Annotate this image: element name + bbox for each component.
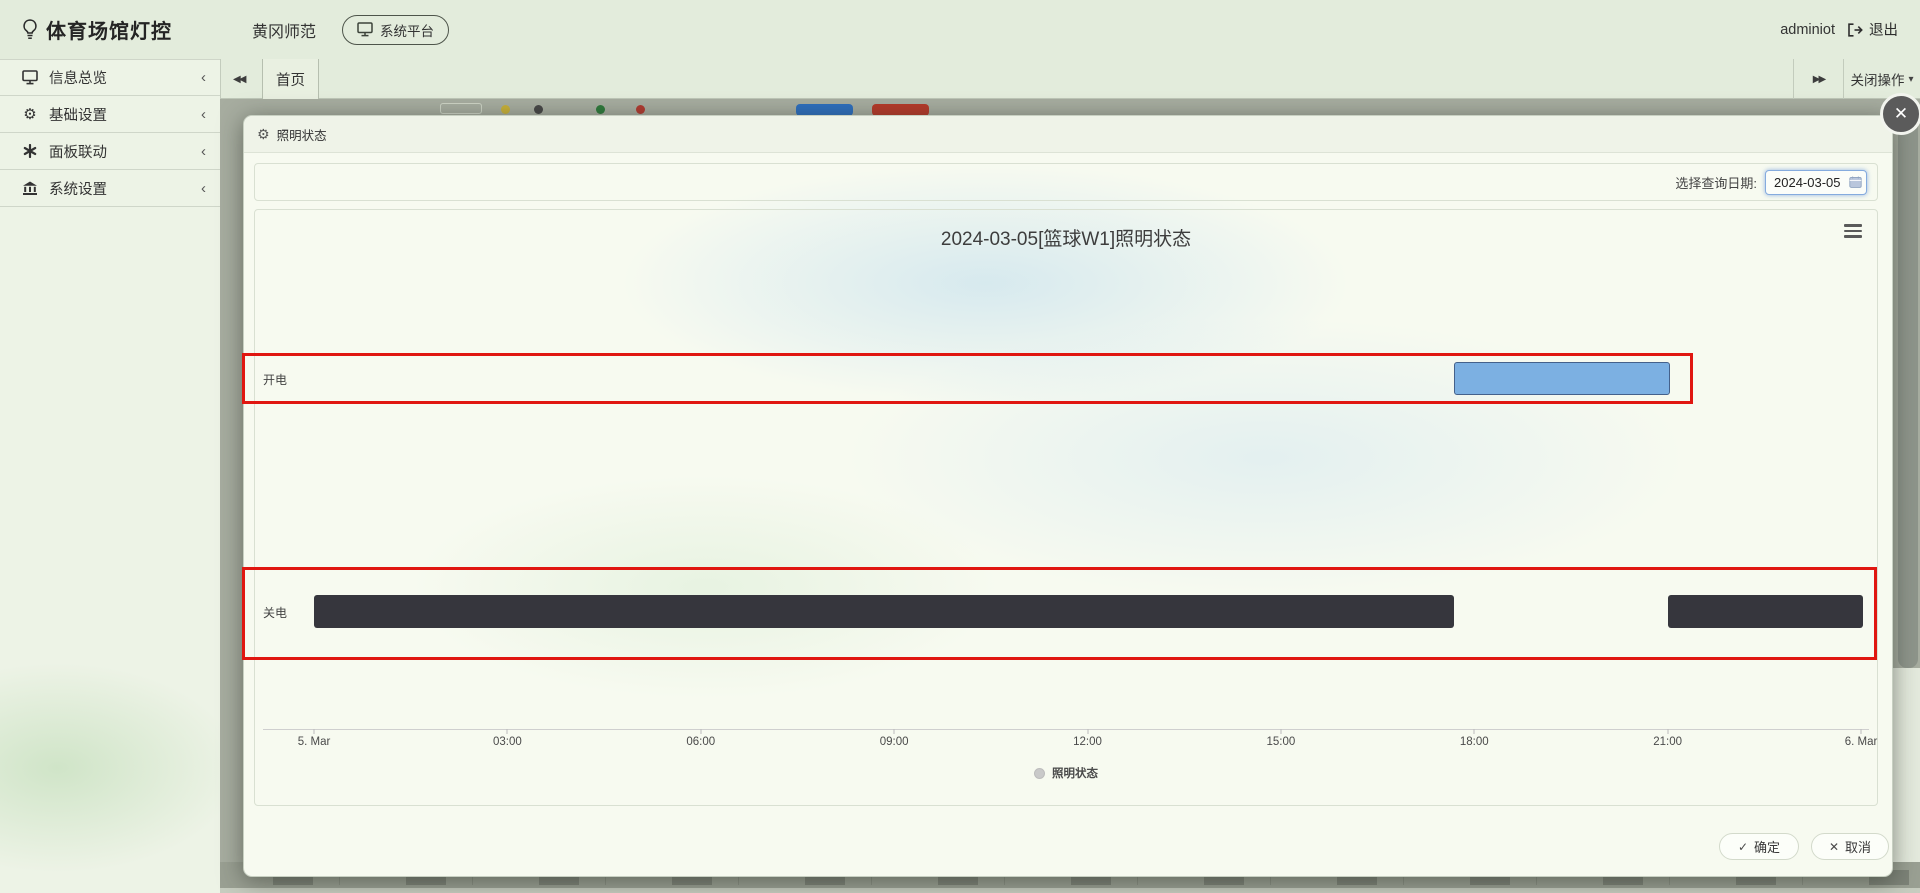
confirm-button[interactable]: ✓ 确定 bbox=[1719, 833, 1799, 860]
app-window: 体育场馆灯控 黄冈师范 系统平台 adminiot 退出 bbox=[0, 0, 1920, 893]
cancel-label: 取消 bbox=[1845, 837, 1871, 856]
y-category-off: 关电 bbox=[263, 604, 287, 621]
chart-bar-on bbox=[1454, 362, 1670, 395]
logout-icon bbox=[1847, 23, 1863, 37]
date-filter-label: 选择查询日期: bbox=[1675, 173, 1757, 192]
legend-marker bbox=[1034, 768, 1045, 779]
asterisk-icon bbox=[20, 144, 40, 158]
chevron-left-icon: ‹ bbox=[201, 106, 206, 123]
gear-icon: ⚙ bbox=[257, 126, 270, 143]
logout-label: 退出 bbox=[1869, 19, 1898, 40]
x-tickmark bbox=[1474, 729, 1475, 734]
y-category-on: 开电 bbox=[263, 371, 287, 388]
page-edge bbox=[1893, 668, 1920, 862]
x-tick-label: 6. Mar bbox=[1845, 736, 1878, 748]
sidebar-item-label: 系统设置 bbox=[49, 178, 107, 199]
bank-icon bbox=[20, 181, 40, 196]
chevron-left-icon: ‹ bbox=[201, 180, 206, 197]
caret-down-icon: ▾ bbox=[1908, 74, 1913, 85]
collapse-tabs-icon[interactable]: ◀◀ bbox=[233, 59, 244, 99]
cross-icon: ✕ bbox=[1829, 840, 1839, 854]
tab-home[interactable]: 首页 bbox=[262, 59, 319, 99]
expand-tabs-icon[interactable]: ▶▶ bbox=[1793, 59, 1843, 99]
lighting-status-modal: ⚙ 照明状态 ✕ 选择查询日期: 2024-03-05 2024-03-05[篮… bbox=[243, 115, 1893, 877]
sidebar-item-label: 基础设置 bbox=[49, 104, 107, 125]
org-name: 黄冈师范 bbox=[252, 18, 316, 42]
x-tickmark bbox=[1667, 729, 1668, 734]
header-right: adminiot 退出 bbox=[1780, 19, 1920, 40]
sidebar-item-label: 面板联动 bbox=[49, 141, 107, 162]
x-tickmark bbox=[1861, 729, 1862, 734]
chart-bar-off bbox=[314, 595, 1454, 628]
chevron-left-icon: ‹ bbox=[201, 143, 206, 160]
x-tick-label: 06:00 bbox=[686, 736, 715, 748]
sidebar-item-label: 信息总览 bbox=[49, 67, 107, 88]
occluded-bottom-edge bbox=[220, 888, 1920, 893]
page-scrollbar[interactable] bbox=[1898, 104, 1918, 668]
app-logo: 体育场馆灯控 bbox=[22, 15, 172, 44]
top-header: 体育场馆灯控 黄冈师范 系统平台 adminiot 退出 bbox=[0, 0, 1920, 59]
date-value: 2024-03-05 bbox=[1774, 175, 1849, 190]
username: adminiot bbox=[1780, 22, 1835, 38]
occluded-page-fragment bbox=[440, 103, 482, 114]
date-input[interactable]: 2024-03-05 bbox=[1765, 170, 1867, 195]
x-tick-label: 18:00 bbox=[1460, 736, 1489, 748]
x-tickmark bbox=[314, 729, 315, 734]
x-tickmark bbox=[894, 729, 895, 734]
x-axis-line bbox=[263, 729, 1869, 730]
date-filter-row: 选择查询日期: 2024-03-05 bbox=[254, 163, 1878, 201]
occluded-status-dot-green bbox=[596, 105, 605, 114]
x-tick-label: 03:00 bbox=[493, 736, 522, 748]
confirm-label: 确定 bbox=[1754, 837, 1780, 856]
occluded-status-dot-yellow bbox=[501, 105, 510, 114]
tab-bar: ◀◀ 首页 ▶▶ 关闭操作 ▾ bbox=[220, 59, 1920, 99]
sidebar-item-panel-linkage[interactable]: 面板联动 ‹ bbox=[0, 133, 220, 170]
chart-bar-off bbox=[1668, 595, 1863, 628]
x-tick-label: 15:00 bbox=[1266, 736, 1295, 748]
cancel-button[interactable]: ✕ 取消 bbox=[1811, 833, 1889, 860]
close-operations-label: 关闭操作 bbox=[1850, 69, 1904, 89]
x-axis-labels: 5. Mar03:0006:0009:0012:0015:0018:0021:0… bbox=[314, 736, 1861, 750]
x-tick-label: 21:00 bbox=[1653, 736, 1682, 748]
sidebar: 信息总览 ‹ ⚙ 基础设置 ‹ 面板联动 ‹ bbox=[0, 59, 220, 893]
app-title: 体育场馆灯控 bbox=[46, 15, 172, 44]
chevron-left-icon: ‹ bbox=[201, 69, 206, 86]
plot-area bbox=[314, 210, 1861, 807]
x-tickmark bbox=[700, 729, 701, 734]
chart-legend[interactable]: 照明状态 bbox=[255, 765, 1877, 781]
sidebar-item-basic-settings[interactable]: ⚙ 基础设置 ‹ bbox=[0, 96, 220, 133]
close-operations-dropdown[interactable]: 关闭操作 ▾ bbox=[1843, 59, 1920, 99]
platform-button[interactable]: 系统平台 bbox=[342, 15, 449, 45]
lightbulb-icon bbox=[22, 19, 38, 41]
x-tickmark bbox=[1087, 729, 1088, 734]
occluded-status-dot-dark bbox=[534, 105, 543, 114]
gear-icon: ⚙ bbox=[20, 105, 40, 123]
x-tick-label: 09:00 bbox=[880, 736, 909, 748]
modal-header: ⚙ 照明状态 bbox=[244, 116, 1892, 153]
modal-title: 照明状态 bbox=[277, 125, 327, 144]
occluded-status-dot-red bbox=[636, 105, 645, 114]
sidebar-item-system-settings[interactable]: 系统设置 ‹ bbox=[0, 170, 220, 207]
x-tick-label: 5. Mar bbox=[298, 736, 331, 748]
x-tick-label: 12:00 bbox=[1073, 736, 1102, 748]
x-tickmark bbox=[507, 729, 508, 734]
check-icon: ✓ bbox=[1738, 840, 1748, 854]
sidebar-item-info-overview[interactable]: 信息总览 ‹ bbox=[0, 59, 220, 96]
logout-button[interactable]: 退出 bbox=[1847, 19, 1898, 40]
calendar-icon bbox=[1849, 176, 1862, 188]
lighting-status-chart: 2024-03-05[篮球W1]照明状态 开电 关电 5. Mar03:0006… bbox=[254, 209, 1878, 806]
monitor-icon bbox=[20, 70, 40, 85]
platform-button-label: 系统平台 bbox=[380, 20, 434, 40]
monitor-icon bbox=[357, 22, 373, 37]
close-icon[interactable]: ✕ bbox=[1880, 93, 1920, 135]
x-tickmark bbox=[1280, 729, 1281, 734]
legend-label: 照明状态 bbox=[1052, 765, 1098, 781]
